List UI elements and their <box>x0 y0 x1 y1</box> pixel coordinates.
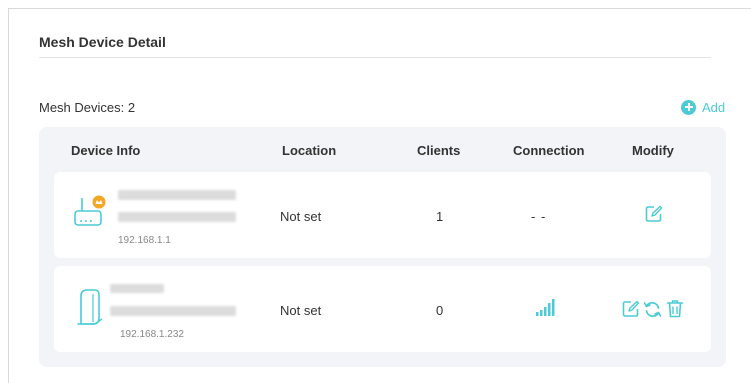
satellite-device-icon <box>77 289 103 325</box>
plus-circle-icon <box>681 99 696 115</box>
column-header-location: Location <box>282 143 337 158</box>
device-mac-blurred <box>118 212 236 222</box>
column-header-connection: Connection <box>513 143 585 158</box>
column-header-clients: Clients <box>417 143 461 158</box>
title-divider <box>39 57 711 58</box>
device-name-blurred <box>110 284 164 293</box>
column-header-device-info: Device Info <box>71 143 141 158</box>
router-icon <box>74 195 106 226</box>
device-location: Not set <box>280 303 322 318</box>
device-connection: - - <box>531 209 547 224</box>
add-device-button[interactable]: Add <box>681 98 725 116</box>
device-clients: 0 <box>436 303 444 318</box>
add-label: Add <box>702 99 726 115</box>
section-title: Mesh Device Detail <box>39 34 166 50</box>
device-name-blurred <box>118 190 236 200</box>
signal-strength-icon <box>536 299 555 316</box>
device-ip: 192.168.1.1 <box>118 235 171 246</box>
device-mac-blurred <box>110 306 236 316</box>
mesh-device-count: Mesh Devices: 2 <box>39 100 136 115</box>
device-clients: 1 <box>436 209 444 224</box>
device-ip: 192.168.1.232 <box>120 329 184 340</box>
edit-icon[interactable] <box>622 300 640 318</box>
delete-icon[interactable] <box>666 299 684 319</box>
edit-icon[interactable] <box>645 205 663 223</box>
reboot-icon[interactable] <box>643 300 662 319</box>
column-header-modify: Modify <box>632 143 674 158</box>
device-location: Not set <box>280 209 322 224</box>
